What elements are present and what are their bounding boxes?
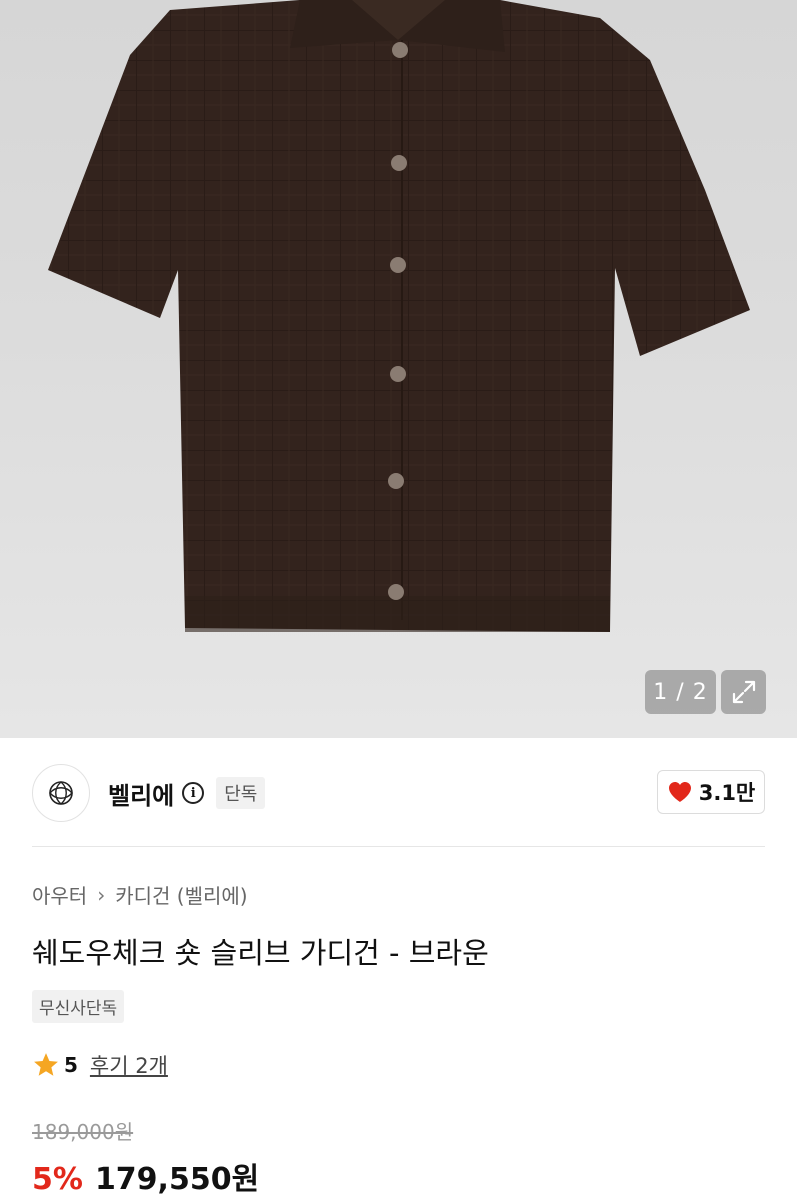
exclusive-badge: 단독 [216,777,266,809]
star-icon [34,1053,58,1076]
breadcrumb-category[interactable]: 아우터 [32,880,87,909]
reviews-link[interactable]: 후기 2개 [90,1050,168,1080]
discount-rate: 5% [32,1162,83,1197]
expand-icon [732,680,755,704]
brand-emblem-icon [49,781,73,805]
like-button[interactable]: 3.1만 [657,770,765,814]
image-pager: 1 / 2 [645,670,716,714]
price-row: 5% 179,550원 [32,1154,259,1198]
product-photo [48,0,750,632]
expand-button[interactable] [721,670,766,714]
brand-logo[interactable] [32,764,90,822]
product-title: 쉐도우체크 숏 슬리브 가디건 - 브라운 [32,936,489,970]
breadcrumb: 아우터 › 카디건 (벨리에) [32,880,248,909]
rating-score: 5 [64,1053,78,1077]
sale-price: 179,550원 [94,1162,260,1197]
breadcrumb-subcategory[interactable]: 카디건 (벨리에) [115,880,247,909]
info-icon[interactable]: i [182,782,205,804]
exclusive-tag: 무신사단독 [32,990,125,1023]
original-price: 189,000원 [32,1120,134,1144]
brand-row: 벨리에 i 단독 3.1만 [32,762,765,824]
product-image-gallery[interactable]: 1 / 2 [0,0,797,738]
rating-row: 5 후기 2개 [32,1050,168,1080]
heart-icon [668,782,691,802]
chevron-right-icon: › [97,882,106,907]
divider [32,846,765,847]
like-count: 3.1만 [698,781,756,805]
brand-name[interactable]: 벨리에 [108,776,174,811]
